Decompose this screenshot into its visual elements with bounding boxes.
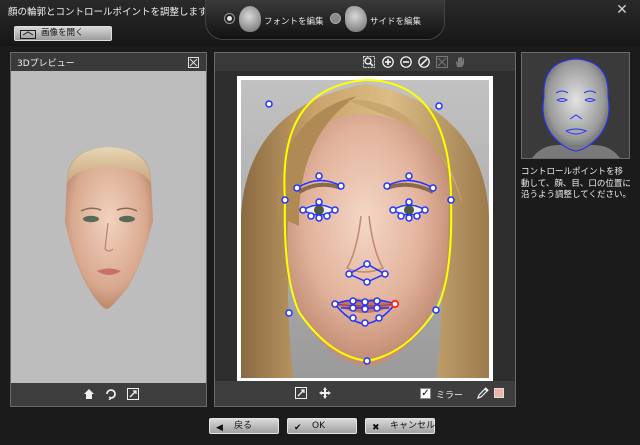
back-label: 戻る	[234, 421, 253, 431]
preview-panel: 3Dプレビュー	[10, 52, 207, 407]
preview-footer	[11, 383, 206, 406]
face-side-icon	[345, 6, 367, 32]
face-mesh-thumbnail	[532, 58, 620, 158]
back-button[interactable]: ◀ 戻る	[209, 418, 279, 434]
preview-header: 3Dプレビュー	[11, 53, 206, 71]
close-button[interactable]: ✕	[612, 2, 632, 18]
control-point[interactable]	[285, 309, 293, 317]
move-icon[interactable]	[319, 387, 331, 399]
control-point[interactable]	[373, 304, 381, 312]
edit-side-label[interactable]: サイドを編集	[370, 15, 421, 27]
control-point[interactable]	[361, 298, 369, 306]
mirror-checkbox[interactable]: ✓	[420, 388, 431, 399]
editor-canvas[interactable]	[215, 71, 515, 382]
folder-open-icon	[20, 30, 36, 39]
control-point[interactable]	[421, 206, 429, 214]
3d-preview-viewport[interactable]	[11, 71, 206, 383]
control-point[interactable]	[381, 270, 389, 278]
editor-panel: ✓ ミラー	[214, 52, 516, 407]
selected-control-point[interactable]	[390, 299, 400, 309]
hand-disabled-icon[interactable]	[454, 56, 466, 68]
open-image-label: 画像を開く	[41, 28, 84, 38]
control-point[interactable]	[331, 206, 339, 214]
ok-label: OK	[312, 421, 325, 431]
edit-front-label[interactable]: フォントを編集	[264, 15, 324, 27]
skin-color-swatch[interactable]	[494, 388, 504, 398]
control-point[interactable]	[373, 297, 381, 305]
editor-footer: ✓ ミラー	[215, 381, 515, 406]
reset-icon[interactable]	[418, 56, 430, 68]
control-point[interactable]	[345, 270, 353, 278]
control-point[interactable]	[363, 278, 371, 286]
ok-button[interactable]: ✔ OK	[287, 418, 357, 434]
control-point[interactable]	[435, 102, 443, 110]
window-title: 顔の輪郭とコントロールポイントを調整します。	[8, 7, 217, 18]
control-point[interactable]	[307, 212, 315, 220]
mode-tabs: フォントを編集 サイドを編集	[205, 0, 445, 40]
control-point[interactable]	[315, 172, 323, 180]
control-point[interactable]	[432, 306, 440, 314]
fit-view-icon[interactable]	[295, 387, 307, 399]
control-point[interactable]	[389, 206, 397, 214]
home-icon[interactable]	[83, 388, 95, 400]
control-point[interactable]	[281, 196, 289, 204]
preview-title: 3Dプレビュー	[17, 59, 75, 69]
control-point[interactable]	[337, 182, 345, 190]
fit-icon[interactable]	[127, 388, 139, 400]
cancel-button[interactable]: ✖ キャンセル	[365, 418, 435, 434]
control-point-overlay[interactable]	[237, 76, 493, 382]
control-point[interactable]	[349, 314, 357, 322]
zoom-region-icon[interactable]	[363, 56, 375, 68]
control-point[interactable]	[383, 182, 391, 190]
rotate-icon[interactable]	[105, 388, 117, 400]
control-point[interactable]	[397, 212, 405, 220]
fit-disabled-icon[interactable]	[436, 56, 448, 68]
eyedropper-icon[interactable]	[477, 387, 489, 399]
maximize-icon[interactable]	[188, 57, 199, 68]
edit-side-radio[interactable]	[330, 13, 341, 24]
control-point[interactable]	[405, 198, 413, 206]
cancel-label: キャンセル	[390, 421, 436, 431]
control-point[interactable]	[413, 212, 421, 220]
editor-toolbar	[215, 53, 515, 71]
cross-icon: ✖	[372, 423, 380, 433]
check-icon: ✔	[294, 423, 302, 433]
control-point[interactable]	[349, 297, 357, 305]
control-point[interactable]	[375, 314, 383, 322]
control-point[interactable]	[447, 196, 455, 204]
3d-face-model	[65, 147, 153, 309]
control-point[interactable]	[315, 214, 323, 222]
zoom-in-icon[interactable]	[382, 56, 394, 68]
control-point[interactable]	[265, 100, 273, 108]
control-point[interactable]	[429, 184, 437, 192]
control-point[interactable]	[331, 300, 339, 308]
control-point[interactable]	[361, 319, 369, 327]
control-point[interactable]	[299, 206, 307, 214]
help-text: コントロールポイントを移動して、顔、目、口の位置に沿うよう調整してください。	[521, 167, 631, 200]
zoom-out-icon[interactable]	[400, 56, 412, 68]
control-point[interactable]	[405, 214, 413, 222]
mirror-label: ミラー	[436, 391, 464, 401]
control-point[interactable]	[361, 305, 369, 313]
face-front-icon	[239, 6, 261, 32]
control-point[interactable]	[293, 184, 301, 192]
close-icon: ✕	[616, 2, 628, 18]
face-thumbnail-panel	[521, 52, 630, 159]
face-outline[interactable]	[283, 78, 453, 363]
control-point[interactable]	[323, 212, 331, 220]
control-point[interactable]	[363, 260, 371, 268]
control-point[interactable]	[405, 172, 413, 180]
back-arrow-icon: ◀	[216, 423, 223, 433]
control-point[interactable]	[315, 198, 323, 206]
control-point[interactable]	[349, 304, 357, 312]
control-point[interactable]	[363, 357, 371, 365]
open-image-button[interactable]: 画像を開く	[14, 26, 112, 41]
edit-front-radio[interactable]	[224, 13, 235, 24]
